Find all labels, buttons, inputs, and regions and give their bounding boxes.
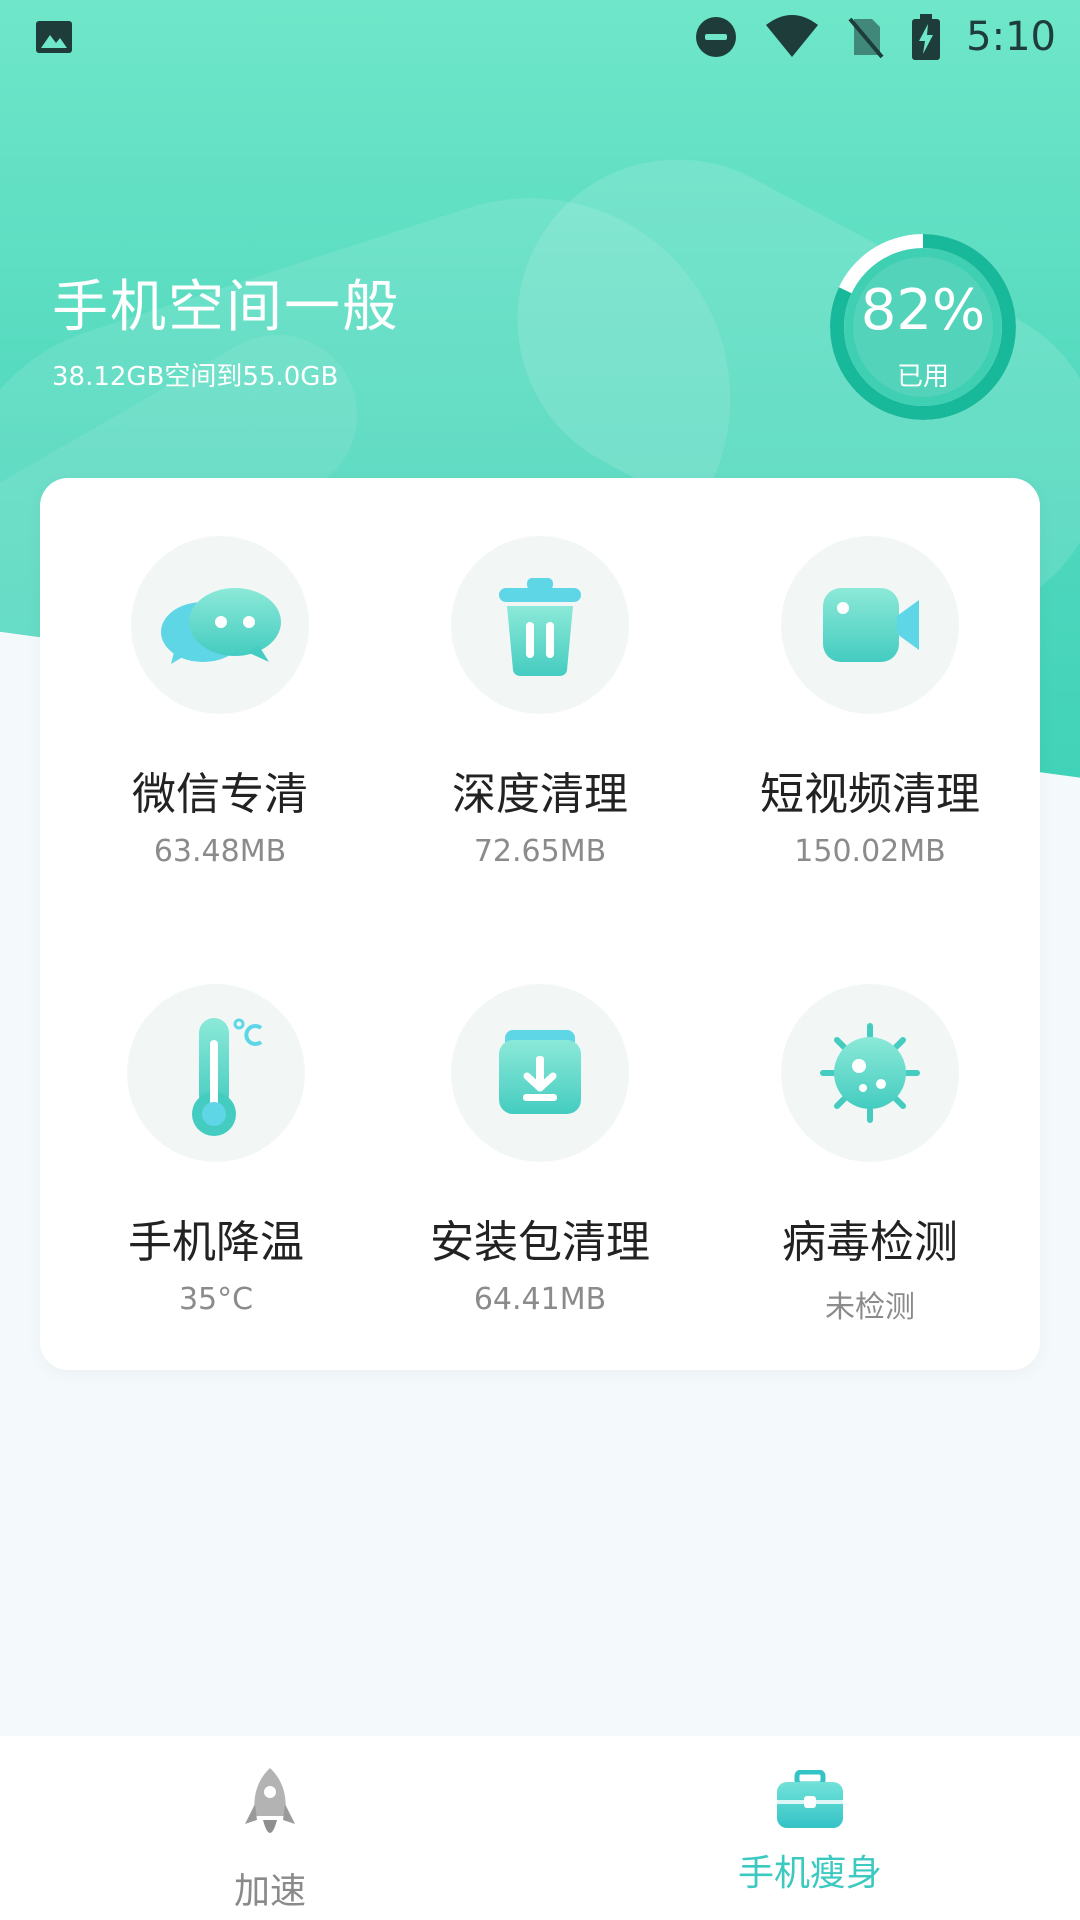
tool-name: 病毒检测 — [782, 1217, 958, 1268]
tool-apk-clean[interactable]: 安装包清理 64.41MB — [390, 984, 690, 1317]
usage-percent: 82% — [860, 278, 986, 343]
wifi-icon — [764, 15, 820, 59]
tools-card: 微信专清 63.48MB 深度清理 72.65MB 短视频清理 150.02MB… — [40, 478, 1040, 1370]
tool-value: 64.41MB — [473, 1282, 607, 1317]
tool-value: 150.02MB — [794, 834, 946, 869]
tool-deep-clean[interactable]: 深度清理 72.65MB — [390, 536, 690, 869]
storage-summary: 38.12GB空间到55.0GB — [52, 362, 339, 392]
page-title: 手机空间一般 — [52, 275, 400, 340]
bottom-nav: 加速 手机瘦身 — [0, 1736, 1080, 1920]
tool-value: 72.65MB — [473, 834, 607, 869]
tool-short-video-clean[interactable]: 短视频清理 150.02MB — [720, 536, 1020, 869]
usage-label: 已用 — [896, 362, 949, 392]
do-not-disturb-icon — [694, 15, 738, 59]
tool-value: 63.48MB — [153, 834, 287, 869]
tool-virus-scan[interactable]: 病毒检测 未检测 — [720, 984, 1020, 1326]
nav-label-speedup: 加速 — [233, 1871, 306, 1912]
tool-name: 深度清理 — [452, 769, 628, 820]
nav-item-phone-slim[interactable]: 手机瘦身 — [540, 1736, 1080, 1920]
no-sim-icon — [846, 15, 886, 59]
tool-phone-cooling[interactable]: 手机降温 35°C — [66, 984, 366, 1317]
status-bar: 5:10 — [0, 0, 1080, 74]
storage-usage-ring: 82% 已用 — [826, 230, 1020, 424]
tool-name: 安装包清理 — [430, 1217, 650, 1268]
tool-name: 手机降温 — [128, 1217, 304, 1268]
tool-value: 35°C — [178, 1282, 254, 1317]
nav-item-speedup[interactable]: 加速 — [0, 1736, 540, 1920]
battery-charging-icon — [912, 14, 941, 60]
nav-label-phone-slim: 手机瘦身 — [737, 1853, 882, 1894]
tool-name: 微信专清 — [132, 769, 308, 820]
tool-wechat-clean[interactable]: 微信专清 63.48MB — [70, 536, 370, 869]
image-icon — [34, 17, 74, 57]
tool-value: 未检测 — [825, 1290, 915, 1325]
rocket-icon — [245, 1766, 295, 1850]
status-time: 5:10 — [966, 14, 1056, 60]
toolbox-icon — [775, 1769, 845, 1834]
tool-name: 短视频清理 — [760, 769, 980, 820]
